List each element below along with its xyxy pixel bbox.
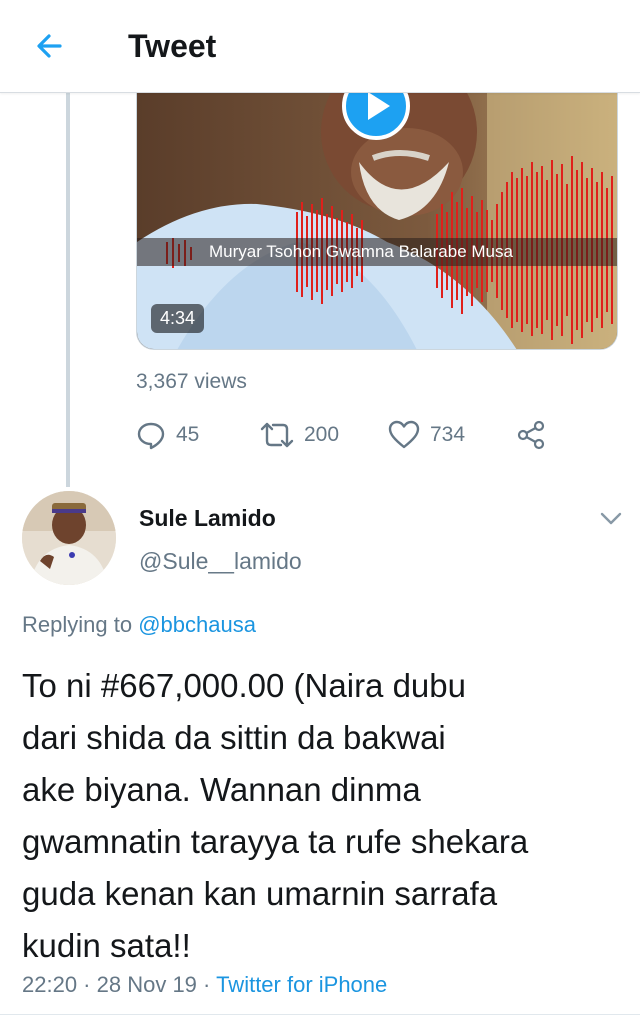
- divider: [0, 1014, 640, 1015]
- retweet-icon: [260, 422, 294, 448]
- comment-icon: [137, 422, 165, 450]
- video-duration: 4:34: [151, 304, 205, 333]
- tweet-text: To ni #667,000.00 (Naira dubu dari shida…: [22, 660, 627, 972]
- retweet-count: 200: [304, 423, 340, 446]
- tweet-text-line: guda kenan kan umarnin sarrafa: [22, 875, 498, 912]
- replying-to: Replying to @bbchausa: [22, 612, 256, 638]
- arrow-left-icon: [37, 34, 62, 58]
- tweet-text-line: kudin sata!!: [22, 927, 191, 964]
- tweet-meta: 22:20 · 28 Nov 19 · Twitter for iPhone: [22, 972, 387, 998]
- top-app-bar: Tweet: [0, 0, 640, 93]
- thread-connector-line: [66, 92, 70, 487]
- like-button[interactable]: 734: [388, 418, 465, 452]
- reply-count: 45: [176, 423, 200, 446]
- play-icon: [342, 92, 410, 140]
- chevron-down-icon: [600, 512, 622, 525]
- tweet-text-line: To ni #667,000.00 (Naira dubu: [22, 667, 466, 704]
- tweet-text-line: ake biyana. Wannan dinma: [22, 771, 421, 808]
- display-name[interactable]: Sule Lamido: [139, 505, 276, 532]
- more-options-button[interactable]: [596, 506, 626, 530]
- view-count: 3,367 views: [136, 370, 247, 393]
- video-player[interactable]: Muryar Tsohon Gwamna Balarabe Musa 4:34: [136, 92, 618, 350]
- tweet-text-line: dari shida da sittin da bakwai: [22, 719, 446, 756]
- meta-separator: ·: [77, 972, 97, 997]
- tweet-time: 22:20: [22, 972, 78, 997]
- share-icon: [517, 420, 545, 450]
- tweet-source-link[interactable]: Twitter for iPhone: [216, 972, 387, 997]
- heart-icon: [388, 420, 420, 449]
- replying-mention-link[interactable]: @bbchausa: [138, 612, 256, 637]
- video-caption: Muryar Tsohon Gwamna Balarabe Musa: [209, 242, 513, 261]
- page-title: Tweet: [128, 28, 217, 64]
- avatar[interactable]: [22, 491, 116, 585]
- share-button[interactable]: [516, 418, 546, 452]
- replying-prefix: Replying to: [22, 612, 139, 637]
- play-button[interactable]: [342, 92, 410, 140]
- back-button[interactable]: [30, 26, 70, 66]
- reply-button[interactable]: 45: [136, 418, 199, 452]
- tweet-text-line: gwamnatin tarayya ta rufe shekara: [22, 823, 529, 860]
- like-count: 734: [430, 423, 466, 446]
- meta-separator: ·: [196, 972, 217, 997]
- user-handle[interactable]: @Sule__lamido: [139, 548, 302, 575]
- retweet-button[interactable]: 200: [260, 418, 339, 452]
- profile-photo: [22, 491, 116, 585]
- tweet-date: 28 Nov 19: [96, 972, 197, 997]
